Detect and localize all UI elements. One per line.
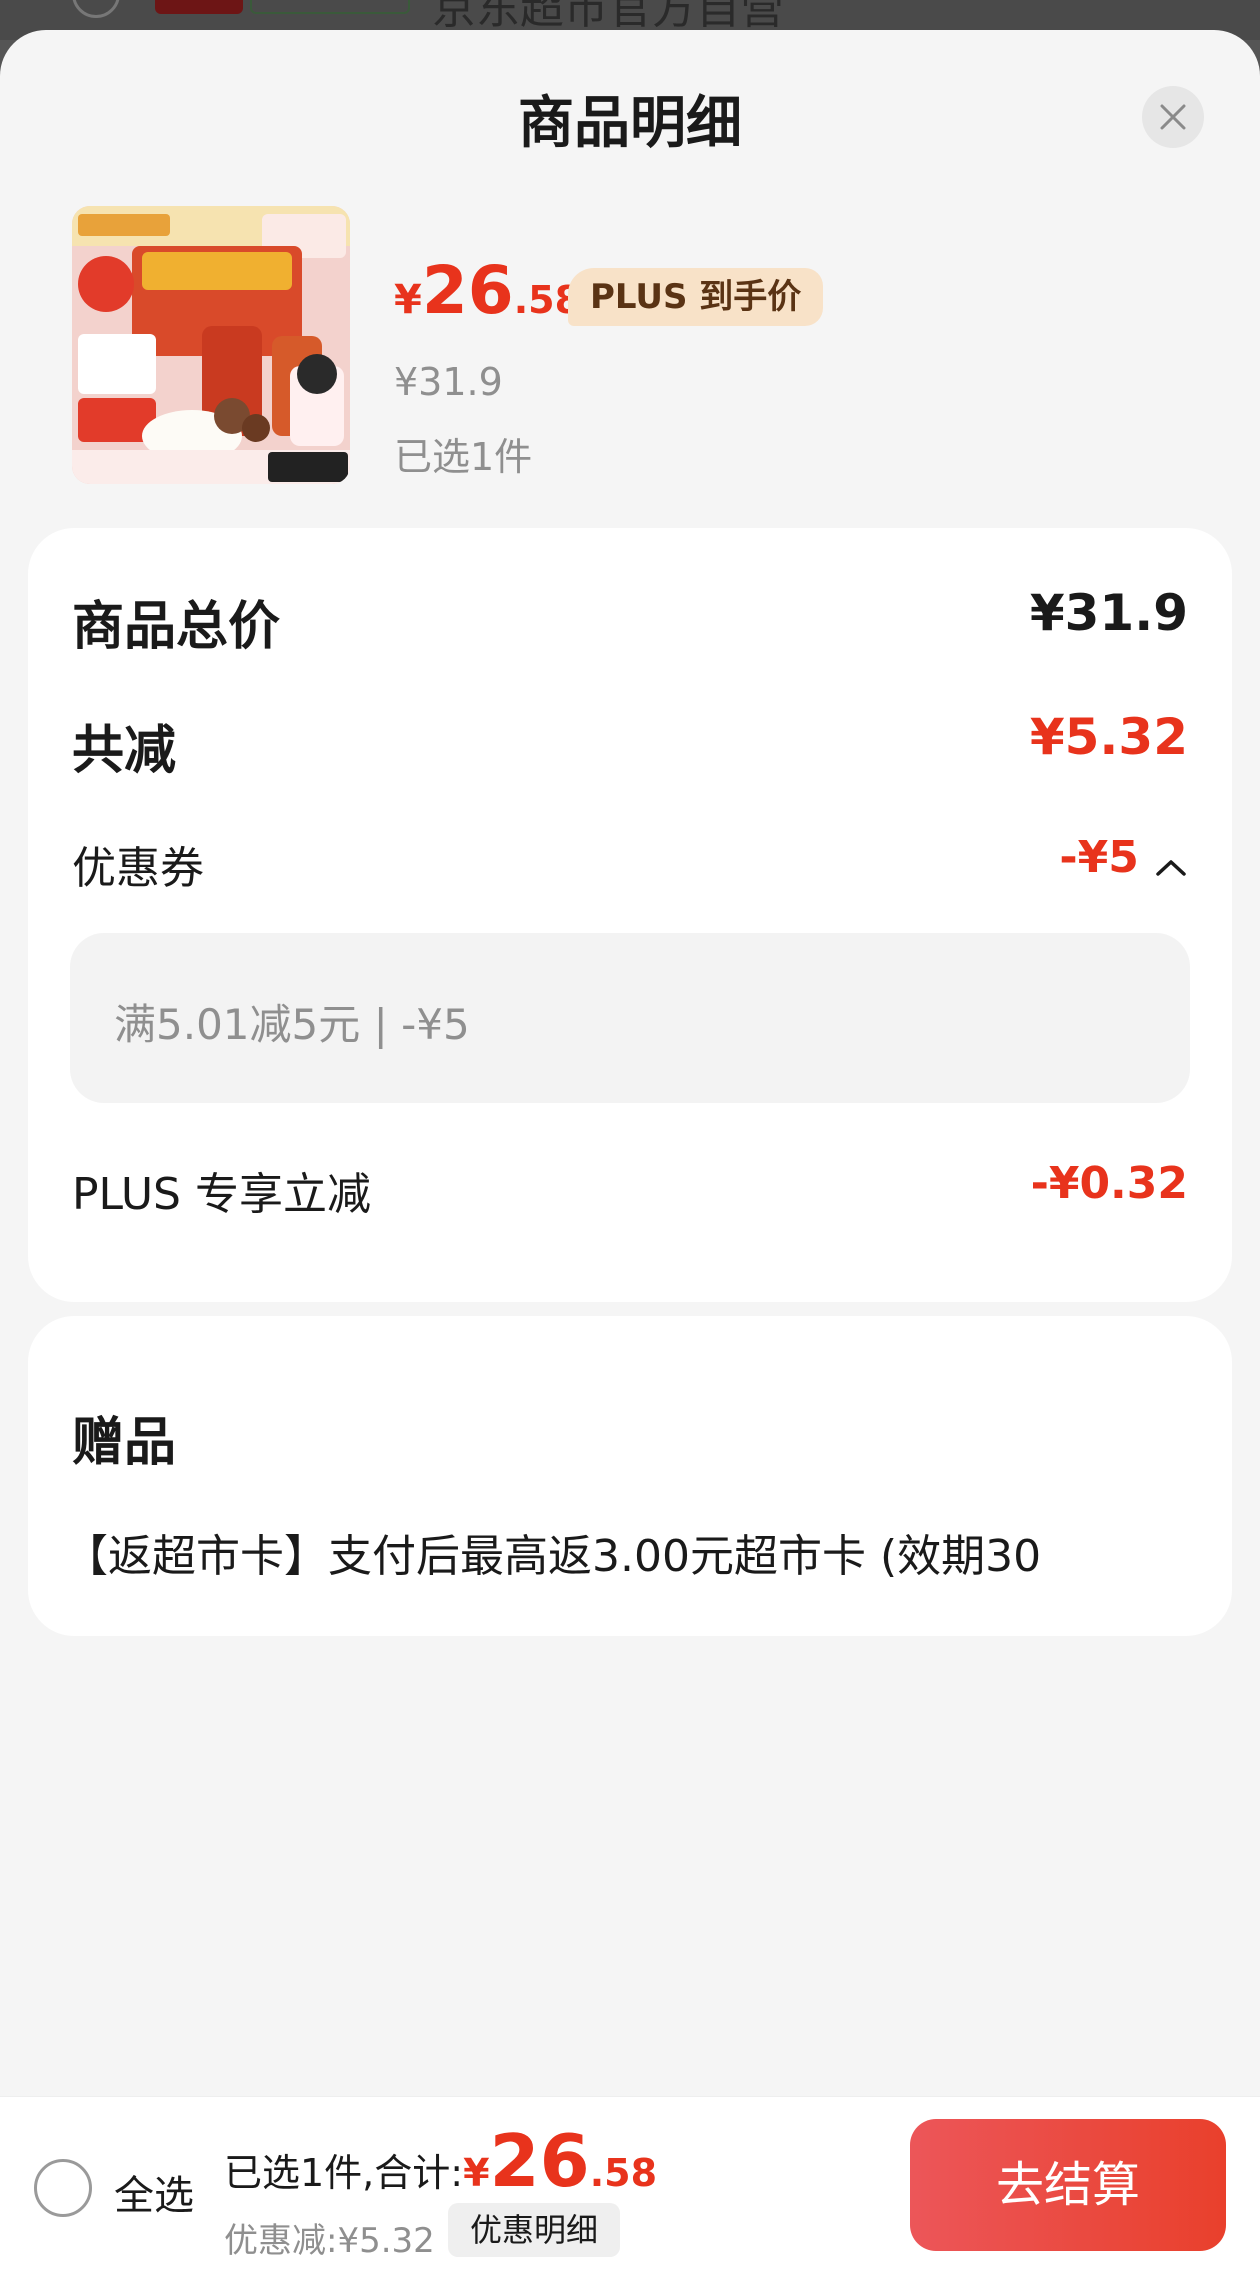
coupon-detail-box: 满5.01减5元 | -¥5 — [70, 933, 1190, 1103]
total-summary: 已选1件,合计:¥26.58 — [224, 2119, 658, 2203]
selected-count: 已选1件 — [394, 435, 533, 479]
total-discount-row: 共减 ¥5.32 — [72, 708, 1188, 781]
checkout-button[interactable]: 去结算 — [910, 2119, 1226, 2251]
background-radio-icon — [72, 0, 120, 18]
total-integer: 26 — [489, 2119, 590, 2203]
close-button[interactable] — [1142, 86, 1204, 148]
select-all-label[interactable]: 全选 — [114, 2163, 194, 2221]
background-tag — [250, 0, 410, 14]
checkout-bar: 全选 已选1件,合计:¥26.58 优惠减:¥5.32 优惠明细 去结算 — [0, 2096, 1260, 2270]
coupon-label: 优惠券 — [72, 843, 204, 894]
plus-discount-row: PLUS 专享立减 -¥0.32 — [72, 1158, 1188, 1220]
gift-title: 赠品 — [72, 1413, 177, 1473]
product-image-icon — [72, 206, 350, 484]
total-symbol: ¥ — [463, 2151, 490, 2195]
total-discount-label: 共减 — [72, 721, 177, 781]
discount-detail-button[interactable]: 优惠明细 — [448, 2203, 621, 2257]
sheet-title: 商品明细 — [518, 91, 742, 156]
price-integer: 26 — [421, 252, 514, 329]
total-discount-value: ¥5.32 — [1029, 708, 1188, 766]
discount-summary: 优惠减:¥5.32 — [224, 2221, 435, 2261]
total-price-row: 商品总价 ¥31.9 — [72, 584, 1188, 657]
coupon-row[interactable]: 优惠券 -¥5 — [72, 832, 1188, 894]
original-price: ¥31.9 — [394, 360, 503, 404]
close-icon — [1160, 104, 1186, 130]
summary-text: 已选1件,合计: — [224, 2151, 464, 2195]
radio-unchecked-icon[interactable] — [34, 2159, 92, 2217]
chevron-up-icon[interactable] — [1154, 856, 1188, 880]
price-symbol: ¥ — [394, 277, 422, 323]
total-price-value: ¥31.9 — [1029, 584, 1188, 642]
coupon-detail-text: 满5.01减5元 | -¥5 — [114, 1000, 470, 1049]
product-detail-sheet: 商品明细 ¥26.58 PLUS 到手价 ¥31.9 已选1件 商品总价 ¥31… — [0, 30, 1260, 2270]
plus-discount-label: PLUS 专享立减 — [72, 1169, 371, 1220]
plus-discount-value: -¥0.32 — [1030, 1158, 1188, 1209]
product-thumbnail[interactable] — [72, 206, 350, 484]
gift-description: 【返超市卡】支付后最高返3.00元超市卡 (效期30 — [64, 1531, 1042, 1582]
total-price-label: 商品总价 — [72, 597, 281, 657]
price-breakdown-card: 商品总价 ¥31.9 共减 ¥5.32 优惠券 -¥5 满5.01减5元 | -… — [28, 528, 1232, 1302]
background-badge — [155, 0, 243, 14]
total-decimal: .58 — [589, 2151, 658, 2195]
plus-price-tag: PLUS 到手价 — [568, 268, 824, 326]
coupon-value-group: -¥5 — [1059, 832, 1188, 883]
product-price: ¥26.58 — [394, 252, 581, 332]
gift-card: 赠品 【返超市卡】支付后最高返3.00元超市卡 (效期30 — [28, 1316, 1232, 1636]
coupon-value: -¥5 — [1059, 832, 1139, 883]
